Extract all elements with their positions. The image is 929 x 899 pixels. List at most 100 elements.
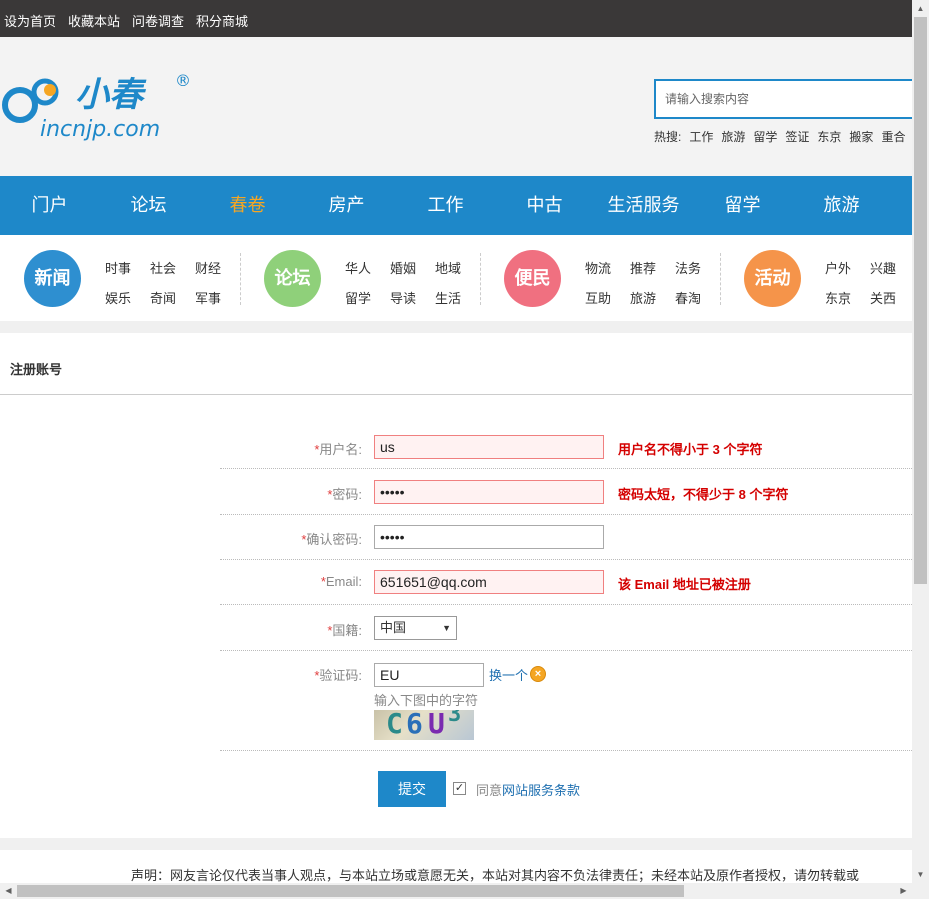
category-link[interactable]: 军事 <box>195 288 221 307</box>
email-error: 该 Email 地址已被注册 <box>618 577 751 592</box>
nav-item-housing[interactable]: 房产 <box>297 176 396 235</box>
category-link[interactable]: 奇闻 <box>150 288 176 307</box>
scrollbar-corner <box>912 883 929 899</box>
hot-search-item[interactable]: 搬家 <box>849 130 873 144</box>
captcha-field[interactable]: EU <box>374 663 484 687</box>
submit-button[interactable]: 提交 <box>378 771 446 807</box>
footer: 声明：网友言论仅代表当事人观点，与本站立场或意愿无关，本站对其内容不负法律责任；… <box>0 850 912 883</box>
hot-search-item[interactable]: 东京 <box>817 130 841 144</box>
category-link[interactable]: 旅游 <box>630 288 656 307</box>
category-link[interactable]: 财经 <box>195 258 221 277</box>
category-link[interactable]: 推荐 <box>630 258 656 277</box>
register-panel: 注册账号 *用户名: us 用户名不得小于 3 个字符 *密码: ••••• 密… <box>0 333 912 838</box>
confirm-password-field[interactable]: ••••• <box>374 525 604 549</box>
category-news-badge[interactable]: 新闻 <box>24 250 81 307</box>
category-link[interactable]: 户外 <box>825 258 851 277</box>
dropdown-arrow-icon: ▼ <box>442 623 451 633</box>
nav-item-life-services[interactable]: 生活服务 <box>594 176 693 235</box>
category-link[interactable]: 地域 <box>435 258 461 277</box>
nav-item-chunjuan[interactable]: 春卷 <box>198 176 297 235</box>
category-strip: 新闻 时事 社会 财经 娱乐 奇闻 军事 论坛 华人 婚姻 地域 留学 导读 生… <box>0 235 912 321</box>
email-field[interactable]: 651651@qq.com <box>374 570 604 594</box>
agree-checkbox[interactable]: ✓ <box>453 782 466 795</box>
category-link[interactable]: 导读 <box>390 288 416 307</box>
terms-link[interactable]: 网站服务条款 <box>502 783 580 798</box>
category-services-badge[interactable]: 便民 <box>504 250 561 307</box>
category-divider <box>240 253 241 305</box>
username-error: 用户名不得小于 3 个字符 <box>618 442 763 457</box>
category-link[interactable]: 物流 <box>585 258 611 277</box>
category-link[interactable]: 关西 <box>870 288 896 307</box>
captcha-hint: 输入下图中的字符 <box>374 693 479 708</box>
nav-item-travel[interactable]: 旅游 <box>792 176 891 235</box>
horizontal-scrollbar[interactable]: ◀ ▶ <box>0 883 912 899</box>
nav-item-jobs[interactable]: 工作 <box>396 176 495 235</box>
category-link[interactable]: 社会 <box>150 258 176 277</box>
category-link[interactable]: 娱乐 <box>105 288 131 307</box>
section-gap <box>0 838 912 850</box>
scroll-down-icon[interactable]: ▼ <box>912 866 929 883</box>
country-value: 中国 <box>380 620 407 635</box>
top-bar: 设为首页 收藏本站 问卷调查 积分商城 <box>0 0 912 37</box>
scroll-right-icon[interactable]: ▶ <box>895 883 912 899</box>
site-logo[interactable]: 小春 ® incnjp.com <box>0 70 190 145</box>
category-events-badge[interactable]: 活动 <box>744 250 801 307</box>
change-captcha-link[interactable]: 换一个 <box>489 665 528 684</box>
country-label: *国籍: <box>327 623 362 638</box>
survey-link[interactable]: 问卷调查 <box>132 11 184 30</box>
hot-search-item[interactable]: 工作 <box>689 130 713 144</box>
logo-domain: incnjp.com <box>40 117 160 142</box>
username-field[interactable]: us <box>374 435 604 459</box>
search-box <box>654 79 916 119</box>
password-label: *密码: <box>327 487 362 502</box>
search-input[interactable] <box>656 81 914 117</box>
category-link[interactable]: 兴趣 <box>870 258 896 277</box>
captcha-char: 6 <box>406 710 423 740</box>
category-link[interactable]: 留学 <box>345 288 371 307</box>
category-link[interactable]: 华人 <box>345 258 371 277</box>
scroll-up-icon[interactable]: ▲ <box>912 0 929 17</box>
nav-item-secondhand[interactable]: 中古 <box>495 176 594 235</box>
row-divider <box>220 468 912 469</box>
category-link[interactable]: 东京 <box>825 288 851 307</box>
vertical-scrollbar[interactable]: ▲ ▼ <box>912 0 929 883</box>
nav-item-portal[interactable]: 门户 <box>0 176 99 235</box>
category-link[interactable]: 法务 <box>675 258 701 277</box>
bookmark-link[interactable]: 收藏本站 <box>68 11 120 30</box>
hot-search-item[interactable]: 旅游 <box>721 130 745 144</box>
row-divider <box>220 750 912 751</box>
registered-mark: ® <box>175 71 190 90</box>
panel-divider <box>0 394 912 395</box>
category-forum-badge[interactable]: 论坛 <box>264 250 321 307</box>
hot-searches: 热搜: 工作 旅游 留学 签证 东京 搬家 重合 <box>654 128 913 145</box>
country-select[interactable]: 中国 ▼ <box>374 616 457 640</box>
hot-search-item[interactable]: 留学 <box>753 130 777 144</box>
captcha-image[interactable]: C 6 U 3 <box>374 710 474 740</box>
category-link[interactable]: 互助 <box>585 288 611 307</box>
hot-search-item[interactable]: 重合 <box>881 130 905 144</box>
footer-notice: 声明：网友言论仅代表当事人观点，与本站立场或意愿无关，本站对其内容不负法律责任；… <box>131 868 860 883</box>
password-error: 密码太短，不得少于 8 个字符 <box>618 487 789 502</box>
nav-item-study-abroad[interactable]: 留学 <box>693 176 792 235</box>
captcha-char: U <box>428 710 445 740</box>
category-link[interactable]: 婚姻 <box>390 258 416 277</box>
category-link[interactable]: 生活 <box>435 288 461 307</box>
category-link[interactable]: 时事 <box>105 258 131 277</box>
category-divider <box>480 253 481 305</box>
nav-item-forum[interactable]: 论坛 <box>99 176 198 235</box>
category-link[interactable]: 春淘 <box>675 288 701 307</box>
row-divider <box>220 514 912 515</box>
section-gap <box>0 321 912 333</box>
agree-label: 同意网站服务条款 <box>476 783 581 798</box>
points-mall-link[interactable]: 积分商城 <box>196 11 248 30</box>
main-nav: 门户 论坛 春卷 房产 工作 中古 生活服务 留学 旅游 <box>0 176 912 235</box>
password-field[interactable]: ••••• <box>374 480 604 504</box>
row-divider <box>220 559 912 560</box>
horizontal-scroll-thumb[interactable] <box>17 885 684 897</box>
confirm-password-label: *确认密码: <box>301 532 362 547</box>
hot-search-item[interactable]: 签证 <box>785 130 809 144</box>
vertical-scroll-thumb[interactable] <box>914 17 927 584</box>
scroll-left-icon[interactable]: ◀ <box>0 883 17 899</box>
set-homepage-link[interactable]: 设为首页 <box>4 11 56 30</box>
captcha-label: *验证码: <box>314 668 362 683</box>
